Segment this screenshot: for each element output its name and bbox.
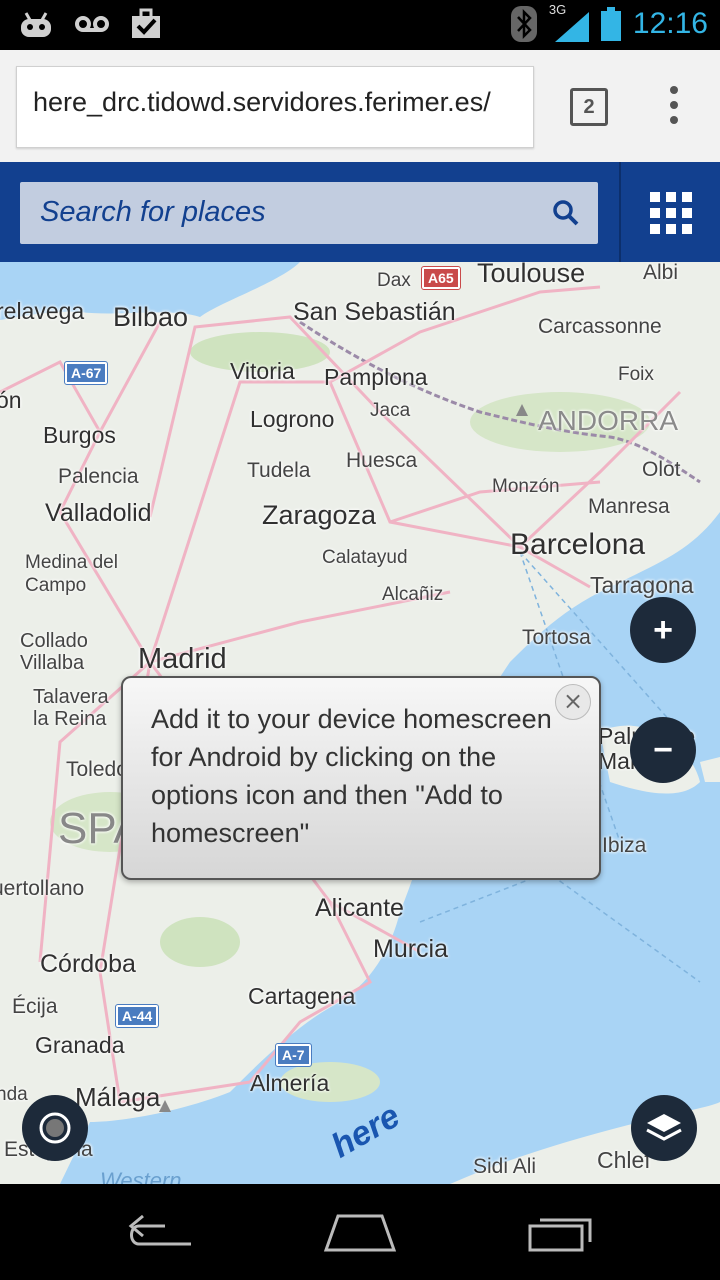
map-label: Dax	[377, 270, 411, 291]
map-label: Foix	[618, 364, 654, 385]
map-label: Manresa	[588, 495, 670, 518]
map-label: Tudela	[247, 459, 311, 482]
road-shield-a7: A-7	[275, 1043, 312, 1067]
layers-button[interactable]	[631, 1095, 697, 1161]
map-label: Palencia	[58, 465, 139, 488]
recents-icon[interactable]	[526, 1212, 598, 1252]
map-label: Huesca	[346, 449, 418, 472]
close-icon[interactable]: ×	[555, 684, 591, 720]
map-label: Talavera la Reina	[33, 686, 109, 730]
map-label: Medina del Campo	[25, 552, 118, 596]
locate-button[interactable]	[22, 1095, 88, 1161]
map-label: Valladolid	[45, 499, 152, 527]
map-label: Monzón	[492, 476, 560, 497]
map-view[interactable]: A65 A-67 A-44 A-7 Bilbao San Sebastián T…	[0, 262, 720, 1184]
map-label: Logrono	[250, 406, 335, 432]
home-icon[interactable]	[322, 1212, 398, 1252]
map-label: Pamplona	[324, 364, 428, 390]
map-label: ón	[0, 387, 22, 413]
battery-icon	[600, 7, 621, 41]
browser-toolbar: here_drc.tidowd.servidores.ferimer.es/ 2	[0, 50, 720, 162]
road-shield-a65: A65	[421, 266, 461, 290]
search-placeholder: Search for places	[40, 196, 266, 228]
map-label: Zaragoza	[262, 500, 377, 530]
map-label: Toledo	[66, 758, 121, 781]
popup-message: Add it to your device homescreen for And…	[151, 704, 552, 848]
road-shield-a67: A-67	[63, 361, 109, 385]
map-label: Puertollano	[0, 877, 85, 900]
map-label: Bilbao	[113, 302, 189, 332]
homescreen-tip-popup: Add it to your device homescreen for And…	[121, 676, 601, 880]
map-label: Ibiza	[602, 834, 647, 857]
map-label: Sidi Ali	[473, 1155, 537, 1178]
map-label: Vitoria	[230, 358, 295, 384]
map-label: Alcañiz	[382, 584, 444, 605]
map-label: San Sebastián	[293, 298, 456, 326]
status-left-icons	[18, 8, 162, 40]
voicemail-icon	[75, 16, 109, 32]
status-bar: 3G 12:16	[0, 0, 720, 50]
bluetooth-icon	[510, 6, 537, 42]
briefcase-check-icon	[132, 8, 160, 38]
zoom-in-button[interactable]: +	[630, 597, 696, 663]
minus-icon: −	[653, 730, 673, 769]
map-label: Madrid	[138, 643, 227, 675]
tab-switcher-button[interactable]: 2	[570, 88, 608, 126]
url-bar[interactable]: here_drc.tidowd.servidores.ferimer.es/	[16, 66, 534, 148]
map-label: Almería	[250, 1070, 330, 1096]
clock: 12:16	[632, 7, 708, 40]
header-divider	[619, 162, 621, 262]
map-label: Écija	[12, 995, 58, 1018]
map-label: Tarragona	[590, 572, 694, 598]
overflow-menu-icon[interactable]	[664, 86, 684, 126]
map-label: Albi	[643, 262, 679, 284]
road-shield-a44: A-44	[114, 1004, 160, 1028]
map-label: relavega	[0, 298, 85, 324]
map-label: Calatayud	[322, 547, 408, 568]
search-icon[interactable]	[552, 199, 580, 227]
map-label: Murcia	[373, 935, 449, 963]
map-label: Granada	[35, 1032, 125, 1058]
map-label: Burgos	[43, 422, 116, 448]
map-label: Toulouse	[477, 262, 586, 288]
map-label: Córdoba	[40, 950, 136, 978]
zoom-out-button[interactable]: −	[630, 717, 696, 783]
map-label: nda	[0, 1084, 28, 1105]
app-header: Search for places	[0, 162, 720, 262]
map-label: Alicante	[315, 894, 404, 922]
search-input[interactable]: Search for places	[20, 182, 598, 244]
status-right-icons: 3G 12:16	[510, 2, 708, 42]
back-icon[interactable]	[125, 1212, 195, 1252]
apps-grid-icon[interactable]	[650, 192, 692, 234]
system-nav-bar	[0, 1184, 720, 1280]
map-label: Collado Villalba	[20, 630, 88, 674]
map-label: ANDORRA	[538, 405, 679, 436]
signal-icon: 3G	[549, 2, 589, 42]
map-label: Jaca	[370, 400, 411, 421]
map-label: Olot	[642, 458, 681, 481]
map-label: Tortosa	[522, 626, 591, 649]
android-icon	[21, 12, 51, 37]
map-label: Barcelona	[510, 528, 646, 561]
plus-icon: +	[653, 610, 673, 649]
sea-label: Western	[100, 1168, 182, 1184]
map-label: Málaga	[75, 1082, 161, 1112]
map-label: Carcassonne	[538, 315, 662, 338]
url-text[interactable]: here_drc.tidowd.servidores.ferimer.es/	[33, 87, 491, 118]
map-label: Cartagena	[248, 983, 356, 1009]
layers-icon	[646, 1114, 682, 1141]
location-icon	[39, 1112, 71, 1144]
